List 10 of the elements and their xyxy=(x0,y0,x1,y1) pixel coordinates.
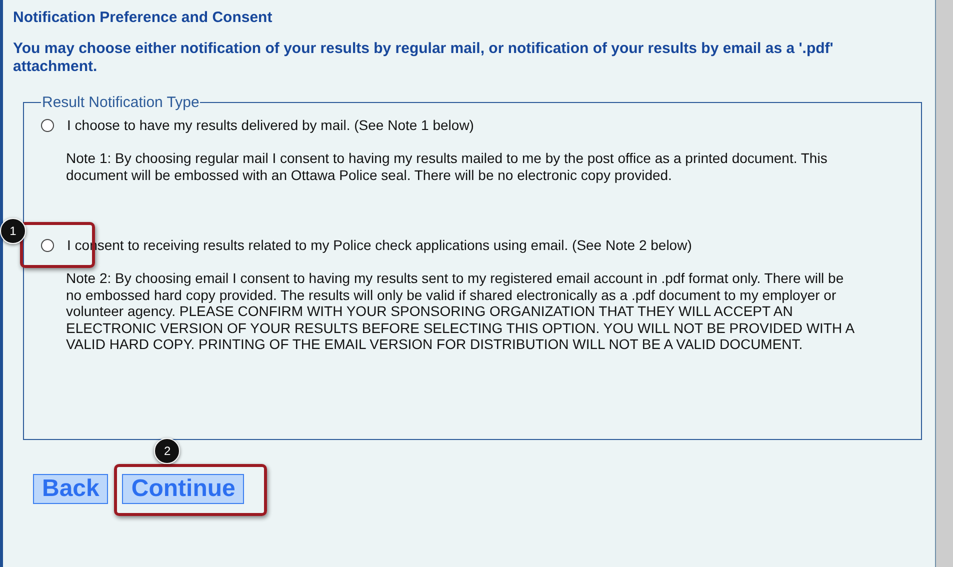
section-heading: Notification Preference and Consent xyxy=(13,9,274,26)
step-badge: 2 xyxy=(154,438,180,464)
note-text: Note 2: By choosing email I consent to having my results sent to my registered email account in .pdf format only. There will be no embossed hard copy provided. The results will only be valid if shared electronically as a .pdf document to my employer or volunteer agency. PLEASE CONFIRM WITH YOUR SPONSORING ORGANIZATION THAT THEY WILL ACCEPT AN ELECTRONIC VERSION OF YOUR RESULTS BEFORE SELECTING THIS OPTION. YOU WILL NOT BE PROVIDED WITH A VALID HARD COPY. PRINTING OF THE EMAIL VERSION FOR DISTRIBUTION WILL NOT BE A VALID DOCUMENT. xyxy=(66,270,856,352)
note-text: Note 1: By choosing regular mail I consent to having my results mailed to me by the post office as a printed document. This document will be embossed with an Ottawa Police seal. There will be no electronic copy provided. xyxy=(66,150,828,183)
intro-text: You may choose either notification of your results by regular mail, or notification of your results by email as a '.pdf' attachment. xyxy=(13,40,834,76)
step-badge: 1 xyxy=(0,218,26,244)
radio-button[interactable] xyxy=(41,238,54,252)
radio-button[interactable] xyxy=(41,118,54,132)
fieldset-legend: Result Notification Type xyxy=(41,94,200,111)
option-label[interactable]: I choose to have my results delivered by mail. (See Note 1 below) xyxy=(67,117,474,133)
